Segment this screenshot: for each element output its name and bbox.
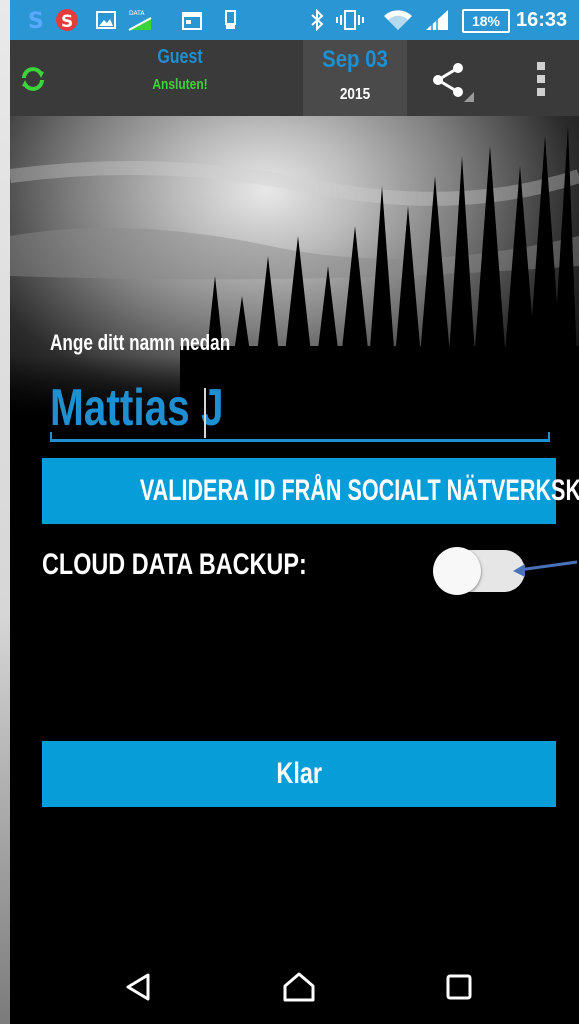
navigation-bar [10, 950, 579, 1024]
validate-social-id-button[interactable]: VALIDERA ID FRÅN SOCIALT NÄTVERKSKONTO [42, 458, 579, 524]
name-input[interactable]: Mattias J [50, 372, 550, 442]
year-label: 2015 [339, 86, 371, 103]
wifi-icon [382, 8, 414, 32]
status-time: 16:33 [516, 9, 568, 31]
svg-text:S: S [61, 12, 73, 32]
done-button[interactable]: Klar [42, 741, 556, 807]
bluetooth-icon [306, 8, 328, 32]
overflow-menu-icon[interactable] [534, 60, 550, 100]
signal-icon [422, 8, 452, 32]
name-input-value: Mattias J [50, 379, 224, 437]
name-input-underline [50, 432, 550, 442]
home-icon[interactable] [276, 964, 322, 1010]
battery-indicator: 18% [462, 9, 510, 33]
action-bar: Guest Ansluten! Sep 03 2015 [10, 40, 579, 116]
toggle-thumb [433, 547, 481, 595]
phone-device-icon [220, 8, 240, 32]
connection-status: Ansluten! [152, 76, 208, 93]
svg-text:DATA: DATA [129, 10, 145, 17]
cloud-backup-label: CLOUD DATA BACKUP: [42, 548, 307, 581]
app-s-red-icon: S [54, 8, 80, 32]
calendar-icon [180, 8, 204, 32]
status-bar: S S DATA 18% 16:33 [10, 0, 579, 40]
date-label: Sep 03 [322, 46, 388, 73]
share-icon[interactable] [428, 58, 480, 104]
name-prompt-label: Ange ditt namn nedan [50, 330, 231, 355]
app-s-blue-icon: S [24, 8, 50, 32]
phone-screen: S S DATA 18% 16:33 Guest Ansluten! Sep 0… [10, 0, 579, 1024]
back-icon[interactable] [116, 964, 162, 1010]
text-caret [204, 388, 206, 438]
user-name: Guest [157, 46, 203, 68]
recents-icon[interactable] [436, 964, 482, 1010]
date-picker[interactable]: Sep 03 2015 [303, 40, 407, 116]
sync-icon[interactable] [18, 64, 50, 96]
left-edge-strip [0, 0, 10, 1024]
svg-text:S: S [28, 9, 44, 32]
forest-background-image [10, 116, 579, 416]
data-transfer-icon: DATA [126, 8, 156, 32]
annotation-arrow [513, 560, 578, 577]
vibrate-icon [334, 8, 366, 32]
image-icon [94, 8, 118, 32]
